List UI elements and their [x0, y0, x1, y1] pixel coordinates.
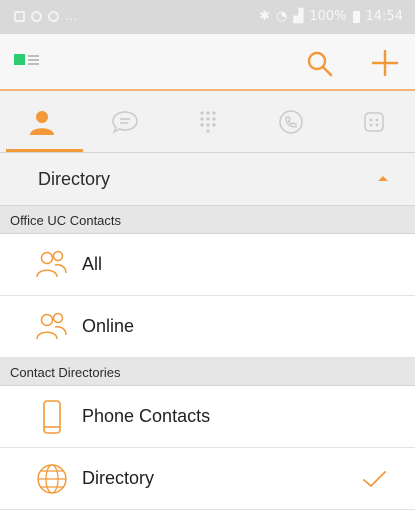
- app-notification-icon: [48, 10, 59, 22]
- list-item-label: All: [82, 254, 103, 274]
- signal-icon: ▟: [293, 9, 304, 24]
- tab-contacts[interactable]: [0, 91, 83, 152]
- contacts-person-icon: [29, 110, 54, 135]
- system-status: ✱ ◔ ▟ 100% 14:54: [259, 9, 403, 24]
- battery-icon: [352, 10, 360, 23]
- people-group-icon: [36, 312, 67, 340]
- tab-bar: [0, 91, 415, 153]
- list-item-online[interactable]: Online: [0, 296, 415, 358]
- tab-call-history[interactable]: [249, 91, 332, 152]
- plus-icon[interactable]: [370, 48, 400, 78]
- call-history-icon: [278, 109, 303, 134]
- people-group-icon: [36, 250, 67, 278]
- voicemail-icon: [363, 111, 384, 132]
- tab-chat[interactable]: [83, 91, 166, 152]
- group-header-contact-directories: Contact Directories: [0, 358, 415, 386]
- status-bar: … ✱ ◔ ▟ 100% 14:54: [0, 0, 415, 34]
- sync-notification-icon: [31, 10, 42, 22]
- notification-icons: …: [14, 9, 78, 23]
- bluetooth-icon: ✱: [259, 9, 271, 24]
- app-bar: [0, 34, 415, 91]
- wifi-icon: ◔: [276, 9, 288, 24]
- globe-icon: [37, 464, 67, 494]
- smartphone-icon: [43, 400, 61, 434]
- list-item-directory[interactable]: Directory: [0, 448, 415, 510]
- clock: 14:54: [365, 9, 403, 24]
- tab-dialpad[interactable]: [166, 91, 249, 152]
- group-title: Office UC Contacts: [10, 213, 122, 228]
- group-header-office-uc-contacts: Office UC Contacts: [0, 206, 415, 234]
- dialpad-icon: [199, 110, 216, 133]
- group-title: Contact Directories: [10, 365, 121, 380]
- menu-icon[interactable]: [14, 54, 40, 74]
- search-icon[interactable]: [306, 50, 334, 78]
- list-item-label: Phone Contacts: [82, 406, 211, 426]
- list-item-all[interactable]: All: [0, 234, 415, 296]
- active-tab-indicator: [6, 149, 83, 152]
- collapse-caret-icon[interactable]: [378, 176, 388, 181]
- list-item-label: Online: [82, 316, 135, 336]
- battery-percent: 100%: [309, 9, 347, 24]
- checkmark-icon: [363, 471, 386, 487]
- section-title: Directory: [38, 169, 111, 189]
- chat-bubble-icon: [111, 110, 138, 134]
- gallery-notification-icon: [14, 10, 25, 22]
- list-item-label: Directory: [82, 468, 155, 488]
- directory-section-header[interactable]: Directory: [0, 153, 415, 206]
- tab-voicemail[interactable]: [332, 91, 415, 152]
- list-item-phone-contacts[interactable]: Phone Contacts: [0, 386, 415, 448]
- more-notifications-icon: …: [65, 9, 78, 23]
